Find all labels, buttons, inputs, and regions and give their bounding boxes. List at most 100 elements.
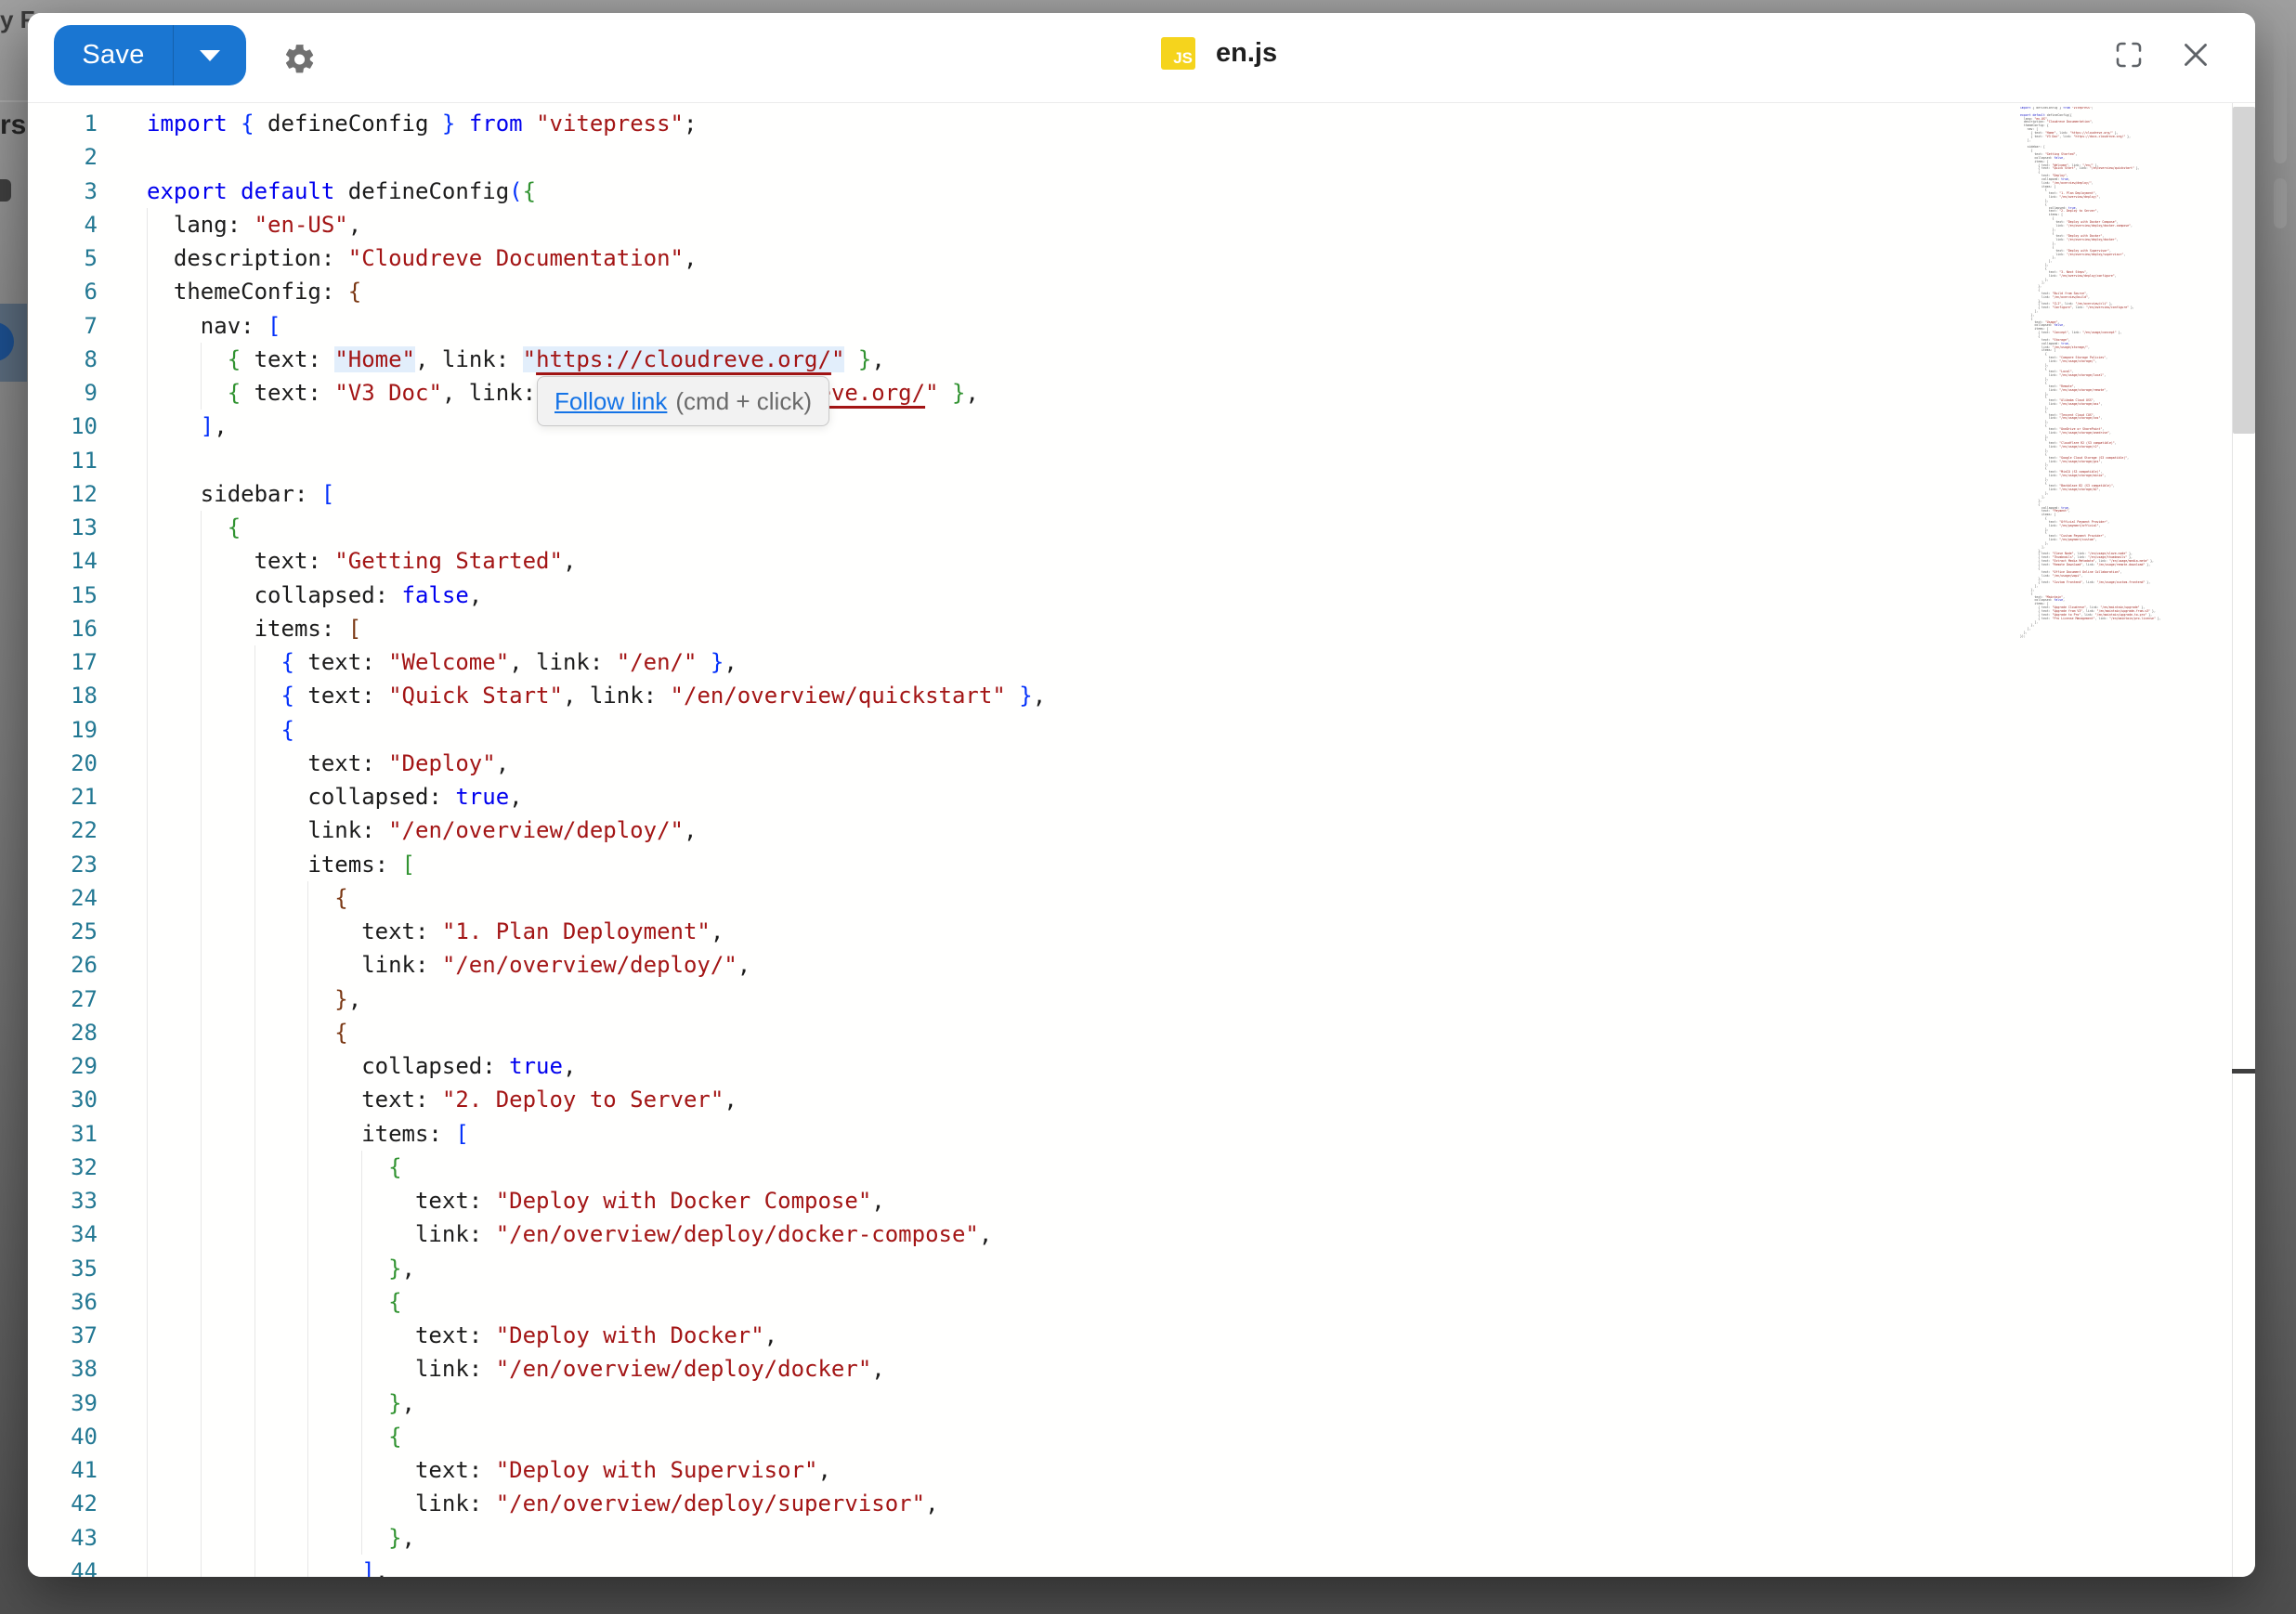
fullscreen-button[interactable] [2112, 38, 2146, 72]
line-number[interactable]: 23 [28, 848, 98, 881]
line-number[interactable]: 1 [28, 107, 98, 140]
save-split-button[interactable]: Save [54, 25, 246, 85]
line-number[interactable]: 10 [28, 410, 98, 443]
line-number[interactable]: 7 [28, 309, 98, 343]
line-number[interactable]: 27 [28, 983, 98, 1016]
code-line[interactable]: 30 text: "2. Deploy to Server", [28, 1083, 2020, 1116]
code-line[interactable]: 2 [28, 140, 2020, 174]
line-number[interactable]: 11 [28, 444, 98, 477]
code-line[interactable]: 10 ], [28, 410, 2020, 443]
code-line[interactable]: 42 link: "/en/overview/deploy/supervisor… [28, 1487, 2020, 1520]
code-line[interactable]: 28 { [28, 1016, 2020, 1049]
line-number[interactable]: 15 [28, 579, 98, 612]
line-number[interactable]: 14 [28, 544, 98, 578]
code-line[interactable]: 13 { [28, 511, 2020, 544]
line-number[interactable]: 33 [28, 1184, 98, 1217]
line-number[interactable]: 25 [28, 915, 98, 948]
line-number[interactable]: 34 [28, 1217, 98, 1251]
minimap[interactable]: import { defineConfig } from "vitepress"… [2020, 107, 2229, 664]
code-line[interactable]: 8 { text: "Home", link: "https://cloudre… [28, 343, 2020, 376]
code-line[interactable]: 17 { text: "Welcome", link: "/en/" }, [28, 645, 2020, 679]
code-line[interactable]: 3export default defineConfig({ [28, 175, 2020, 208]
code-line[interactable]: 4 lang: "en-US", [28, 208, 2020, 241]
line-number[interactable]: 3 [28, 175, 98, 208]
code-line[interactable]: 27 }, [28, 983, 2020, 1016]
line-number[interactable]: 28 [28, 1016, 98, 1049]
follow-link[interactable]: Follow link [554, 387, 667, 416]
line-number[interactable]: 35 [28, 1252, 98, 1285]
code-line[interactable]: 33 text: "Deploy with Docker Compose", [28, 1184, 2020, 1217]
code-line[interactable]: 5 description: "Cloudreve Documentation"… [28, 241, 2020, 275]
line-number[interactable]: 21 [28, 780, 98, 814]
line-number[interactable]: 38 [28, 1352, 98, 1386]
line-number[interactable]: 29 [28, 1049, 98, 1083]
code-line[interactable]: 21 collapsed: true, [28, 780, 2020, 814]
line-number[interactable]: 40 [28, 1420, 98, 1453]
code-lines[interactable]: 1import { defineConfig } from "vitepress… [28, 107, 2020, 1577]
line-number[interactable]: 39 [28, 1386, 98, 1420]
save-button[interactable]: Save [54, 25, 173, 85]
line-number[interactable]: 12 [28, 477, 98, 511]
code-line[interactable]: 12 sidebar: [ [28, 477, 2020, 511]
scrollbar-thumb[interactable] [2233, 107, 2255, 434]
code-line[interactable]: 32 { [28, 1151, 2020, 1184]
line-number[interactable]: 42 [28, 1487, 98, 1520]
editor[interactable]: 1 import { defineConfig } from "vitepress… [28, 103, 2255, 1577]
line-number[interactable]: 37 [28, 1319, 98, 1352]
close-button[interactable] [2179, 38, 2212, 72]
line-number[interactable]: 36 [28, 1285, 98, 1319]
line-number[interactable]: 2 [28, 140, 98, 174]
code-line[interactable]: 37 text: "Deploy with Docker", [28, 1319, 2020, 1352]
code-line[interactable]: 20 text: "Deploy", [28, 747, 2020, 780]
line-number[interactable]: 41 [28, 1453, 98, 1487]
code-line[interactable]: 7 nav: [ [28, 309, 2020, 343]
line-number[interactable]: 43 [28, 1521, 98, 1555]
code-line[interactable]: 11 [28, 444, 2020, 477]
line-number[interactable]: 8 [28, 343, 98, 376]
code-line[interactable]: 38 link: "/en/overview/deploy/docker", [28, 1352, 2020, 1386]
code-line[interactable]: 6 themeConfig: { [28, 275, 2020, 308]
code-line[interactable]: 24 { [28, 881, 2020, 915]
code-line[interactable]: 15 collapsed: false, [28, 579, 2020, 612]
code-text: { [98, 1420, 2020, 1453]
line-number[interactable]: 24 [28, 881, 98, 915]
line-number[interactable]: 22 [28, 814, 98, 847]
code-line[interactable]: 31 items: [ [28, 1117, 2020, 1151]
line-number[interactable]: 31 [28, 1117, 98, 1151]
line-number[interactable]: 32 [28, 1151, 98, 1184]
line-number[interactable]: 19 [28, 713, 98, 747]
code-line[interactable]: 44 ], [28, 1555, 2020, 1577]
code-line[interactable]: 34 link: "/en/overview/deploy/docker-com… [28, 1217, 2020, 1251]
code-line[interactable]: 1import { defineConfig } from "vitepress… [28, 107, 2020, 140]
code-line[interactable]: 29 collapsed: true, [28, 1049, 2020, 1083]
code-line[interactable]: 36 { [28, 1285, 2020, 1319]
code-line[interactable]: 43 }, [28, 1521, 2020, 1555]
save-dropdown-button[interactable] [174, 25, 246, 85]
code-line[interactable]: 14 text: "Getting Started", [28, 544, 2020, 578]
code-line[interactable]: 22 link: "/en/overview/deploy/", [28, 814, 2020, 847]
line-number[interactable]: 18 [28, 679, 98, 712]
settings-button[interactable] [281, 42, 317, 77]
line-number[interactable]: 13 [28, 511, 98, 544]
code-line[interactable]: 19 { [28, 713, 2020, 747]
line-number[interactable]: 16 [28, 612, 98, 645]
code-line[interactable]: 18 { text: "Quick Start", link: "/en/ove… [28, 679, 2020, 712]
line-number[interactable]: 9 [28, 376, 98, 410]
code-line[interactable]: 41 text: "Deploy with Supervisor", [28, 1453, 2020, 1487]
code-line[interactable]: 16 items: [ [28, 612, 2020, 645]
line-number[interactable]: 6 [28, 275, 98, 308]
line-number[interactable]: 5 [28, 241, 98, 275]
code-line[interactable]: 35 }, [28, 1252, 2020, 1285]
code-line[interactable]: 39 }, [28, 1386, 2020, 1420]
code-line[interactable]: 40 { [28, 1420, 2020, 1453]
line-number[interactable]: 30 [28, 1083, 98, 1116]
code-line[interactable]: 26 link: "/en/overview/deploy/", [28, 948, 2020, 982]
code-line[interactable]: 9 { text: "V3 Doc", link: "https://docs.… [28, 376, 2020, 410]
line-number[interactable]: 17 [28, 645, 98, 679]
line-number[interactable]: 4 [28, 208, 98, 241]
code-line[interactable]: 23 items: [ [28, 848, 2020, 881]
code-line[interactable]: 25 text: "1. Plan Deployment", [28, 915, 2020, 948]
line-number[interactable]: 26 [28, 948, 98, 982]
line-number[interactable]: 20 [28, 747, 98, 780]
line-number[interactable]: 44 [28, 1555, 98, 1577]
